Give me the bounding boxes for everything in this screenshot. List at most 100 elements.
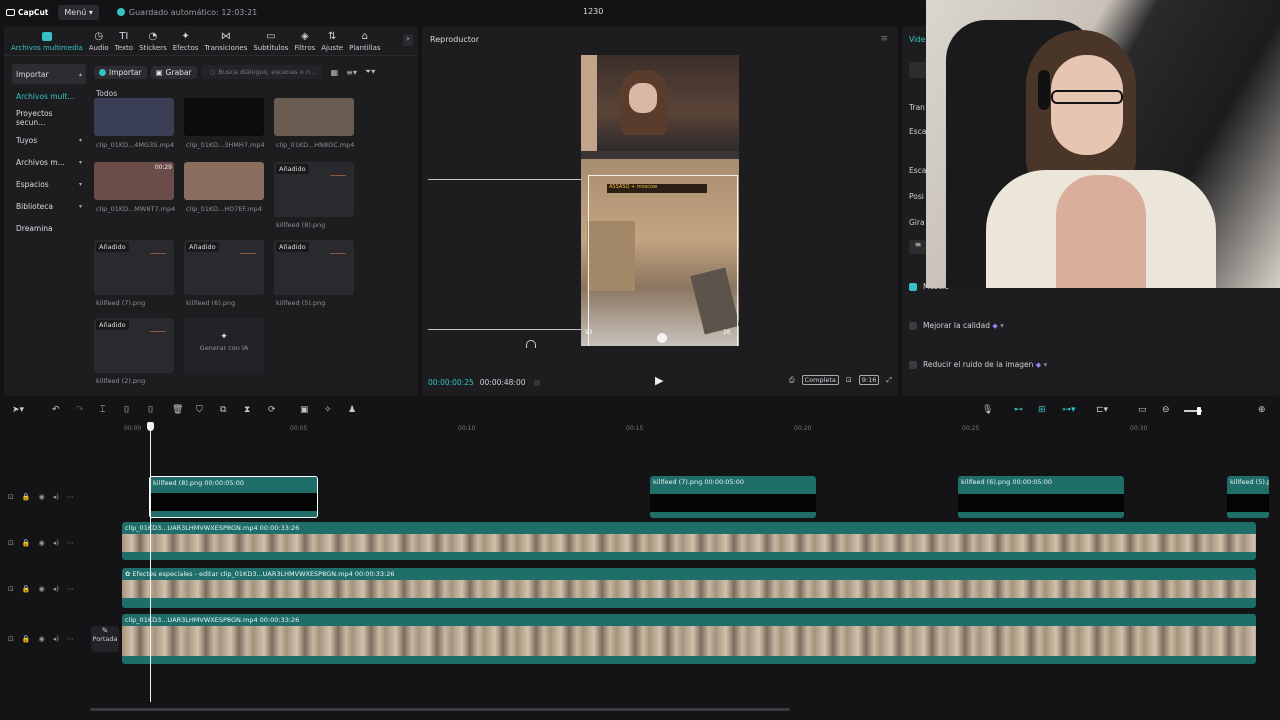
sort-icon[interactable]: ≡▾ (346, 68, 357, 77)
link-icon[interactable]: ⊷ (1014, 405, 1023, 415)
quality-selector[interactable]: Completa (801, 375, 839, 385)
track-select-icon[interactable]: ⊡ (8, 539, 14, 547)
media-thumbnail[interactable] (274, 98, 354, 136)
caption-icon[interactable]: ▭ (1138, 405, 1147, 415)
track-select-icon[interactable]: ⊡ (8, 493, 14, 501)
video-clip-1[interactable]: clip_01KD3...UAR3LHMVWXESP8GN.mp4 00:00:… (122, 522, 1256, 560)
zoom-slider-handle[interactable] (1197, 407, 1201, 415)
tab-media[interactable]: Archivos multimedia (8, 32, 86, 55)
tabs-scroll-right-button[interactable]: › (403, 34, 413, 46)
lock-icon[interactable]: 🔒 (22, 585, 31, 593)
media-thumbnail[interactable]: 00:29 (94, 162, 174, 200)
grid-view-icon[interactable]: ▦ (331, 68, 339, 77)
rotate-icon[interactable] (526, 340, 536, 348)
video-clip-2[interactable]: ✿ Efectos especiales - editar clip_01KD3… (122, 568, 1256, 608)
tab-subtitles[interactable]: ▭ Subtítulos (250, 31, 291, 55)
volume-icon[interactable]: ◂) (53, 635, 59, 643)
overlay-clip-4[interactable]: killfeed (5).png (1227, 476, 1269, 518)
zoom-out-icon[interactable]: ⊖ (1162, 405, 1170, 415)
ratio-selector[interactable]: 9:16 (858, 375, 880, 385)
track-select-icon[interactable]: ⊡ (8, 585, 14, 593)
video-preview[interactable]: ASSASQ + moscow 93 26 (581, 55, 739, 346)
media-thumbnail[interactable] (184, 98, 264, 136)
filter-icon[interactable]: ⏷▾ (365, 67, 375, 77)
delete-icon[interactable]: 🗑 (172, 405, 183, 415)
person-cutout-icon[interactable]: ♟ (348, 405, 356, 415)
sidebar-item-4[interactable]: Archivos m... ▾ (12, 152, 86, 172)
fullscreen-icon[interactable]: ⤢ (886, 376, 892, 385)
overlay-clip-2[interactable]: killfeed (7).png 00:00:05:00 (650, 476, 816, 518)
media-thumbnail[interactable]: Añadido (274, 240, 354, 295)
magnet-icon[interactable]: ⊞ (1038, 405, 1046, 415)
mirror-icon[interactable]: ⧗ (244, 405, 250, 415)
tab-effects[interactable]: ✦ Efectos (170, 31, 202, 55)
undo-icon[interactable]: ↶ (52, 405, 60, 415)
split-screen-icon[interactable]: ⊏▾ (1096, 405, 1108, 415)
overlay-clip-1[interactable]: killfeed (8).png 00:00:05:00 (149, 476, 318, 518)
lock-icon[interactable]: 🔒 (22, 635, 31, 643)
media-thumbnail[interactable]: Añadido (94, 240, 174, 295)
redo-icon[interactable]: ↷ (76, 405, 84, 415)
more-icon[interactable]: ⋯ (67, 493, 74, 501)
generate-ai-card[interactable]: ✦ Generar con IA (184, 318, 264, 373)
marker-icon[interactable]: ⛉ (196, 405, 203, 415)
video-tab[interactable]: Vide (909, 35, 925, 44)
playhead-handle[interactable] (147, 422, 154, 431)
import-button[interactable]: Importar (94, 65, 147, 79)
enhance-row[interactable]: Mejorar la calidad ◆ ▾ (909, 321, 1004, 330)
denoise-checkbox[interactable] (909, 361, 917, 369)
zoom-in-icon[interactable]: ⊕ (1258, 405, 1266, 415)
lock-icon[interactable]: 🔒 (22, 493, 31, 501)
player-menu-icon[interactable]: ≡ (880, 34, 888, 44)
sidebar-item-2[interactable]: Proyectos secun... (12, 108, 86, 128)
timeline-ruler[interactable]: 00:00 00:05 00:10 00:15 00:20 00:25 00:30 (90, 422, 1280, 436)
sidebar-item-6[interactable]: Biblioteca ▾ (12, 196, 86, 216)
align-left-icon[interactable]: ≡ (909, 240, 927, 254)
preview-axis-icon[interactable]: ⊶▾ (1062, 405, 1076, 415)
record-button[interactable]: ▣ Grabar (150, 65, 197, 79)
tab-transitions[interactable]: ⋈ Transiciones (201, 31, 250, 55)
sidebar-item-1[interactable]: Archivos mult... (12, 86, 86, 106)
media-thumbnail[interactable]: Añadido (274, 162, 354, 217)
media-thumbnail[interactable]: Añadido (184, 240, 264, 295)
playhead[interactable] (150, 424, 151, 702)
tab-adjust[interactable]: ⇅ Ajuste (318, 31, 346, 55)
rotate-handle[interactable] (657, 333, 667, 343)
more-icon[interactable]: ⋯ (67, 635, 74, 643)
tab-text[interactable]: TI Texto (112, 31, 136, 55)
media-thumbnail[interactable]: Añadido (94, 318, 174, 373)
selection-frame[interactable] (588, 175, 738, 346)
main-video-clip[interactable]: clip_01KD3...UAR3LHMVWXESP8GN.mp4 00:00:… (122, 614, 1256, 664)
search-input[interactable]: ○ Busca diálogos, escenas o n... (200, 65, 323, 79)
media-thumbnail[interactable] (184, 162, 264, 200)
eye-icon[interactable]: ◉ (39, 635, 45, 643)
crop-icon[interactable]: ⧉ (220, 405, 226, 415)
eye-icon[interactable]: ◉ (39, 493, 45, 501)
tab-filters[interactable]: ◈ Filtros (291, 31, 318, 55)
mix-checkbox[interactable] (909, 283, 917, 291)
split-right-icon[interactable]: ⌷ (148, 405, 153, 415)
overlay-clip-3[interactable]: killfeed (6).png 00:00:05:00 (958, 476, 1124, 518)
microphone-icon[interactable]: 🎙 (982, 405, 993, 415)
snapshot-icon[interactable]: ⎙ (789, 376, 795, 385)
eye-icon[interactable]: ◉ (39, 585, 45, 593)
split-icon[interactable]: ⌶ (100, 405, 105, 415)
track-select-icon[interactable]: ⊡ (8, 635, 14, 643)
sidebar-item-5[interactable]: Espacios ▾ (12, 174, 86, 194)
volume-icon[interactable]: ◂) (53, 493, 59, 501)
lock-icon[interactable]: 🔒 (22, 539, 31, 547)
denoise-row[interactable]: Reducir el ruido de la imagen ◆ ▾ (909, 360, 1047, 369)
volume-icon[interactable]: ◂) (53, 585, 59, 593)
media-thumbnail[interactable] (94, 98, 174, 136)
rotate-clip-icon[interactable]: ⟳ (268, 405, 276, 415)
magic-icon[interactable]: ✧ (324, 405, 332, 415)
timeline-scrollbar[interactable] (90, 708, 790, 711)
select-tool-icon[interactable]: ➤▾ (12, 405, 24, 415)
menu-button[interactable]: Menú ▾ (58, 4, 99, 20)
cover-button[interactable]: ✎ Portada (91, 626, 119, 652)
more-icon[interactable]: ⋯ (67, 539, 74, 547)
split-left-icon[interactable]: ⌷ (124, 405, 129, 415)
enhance-checkbox[interactable] (909, 322, 917, 330)
more-icon[interactable]: ⋯ (67, 585, 74, 593)
play-button[interactable]: ▶ (655, 374, 663, 387)
